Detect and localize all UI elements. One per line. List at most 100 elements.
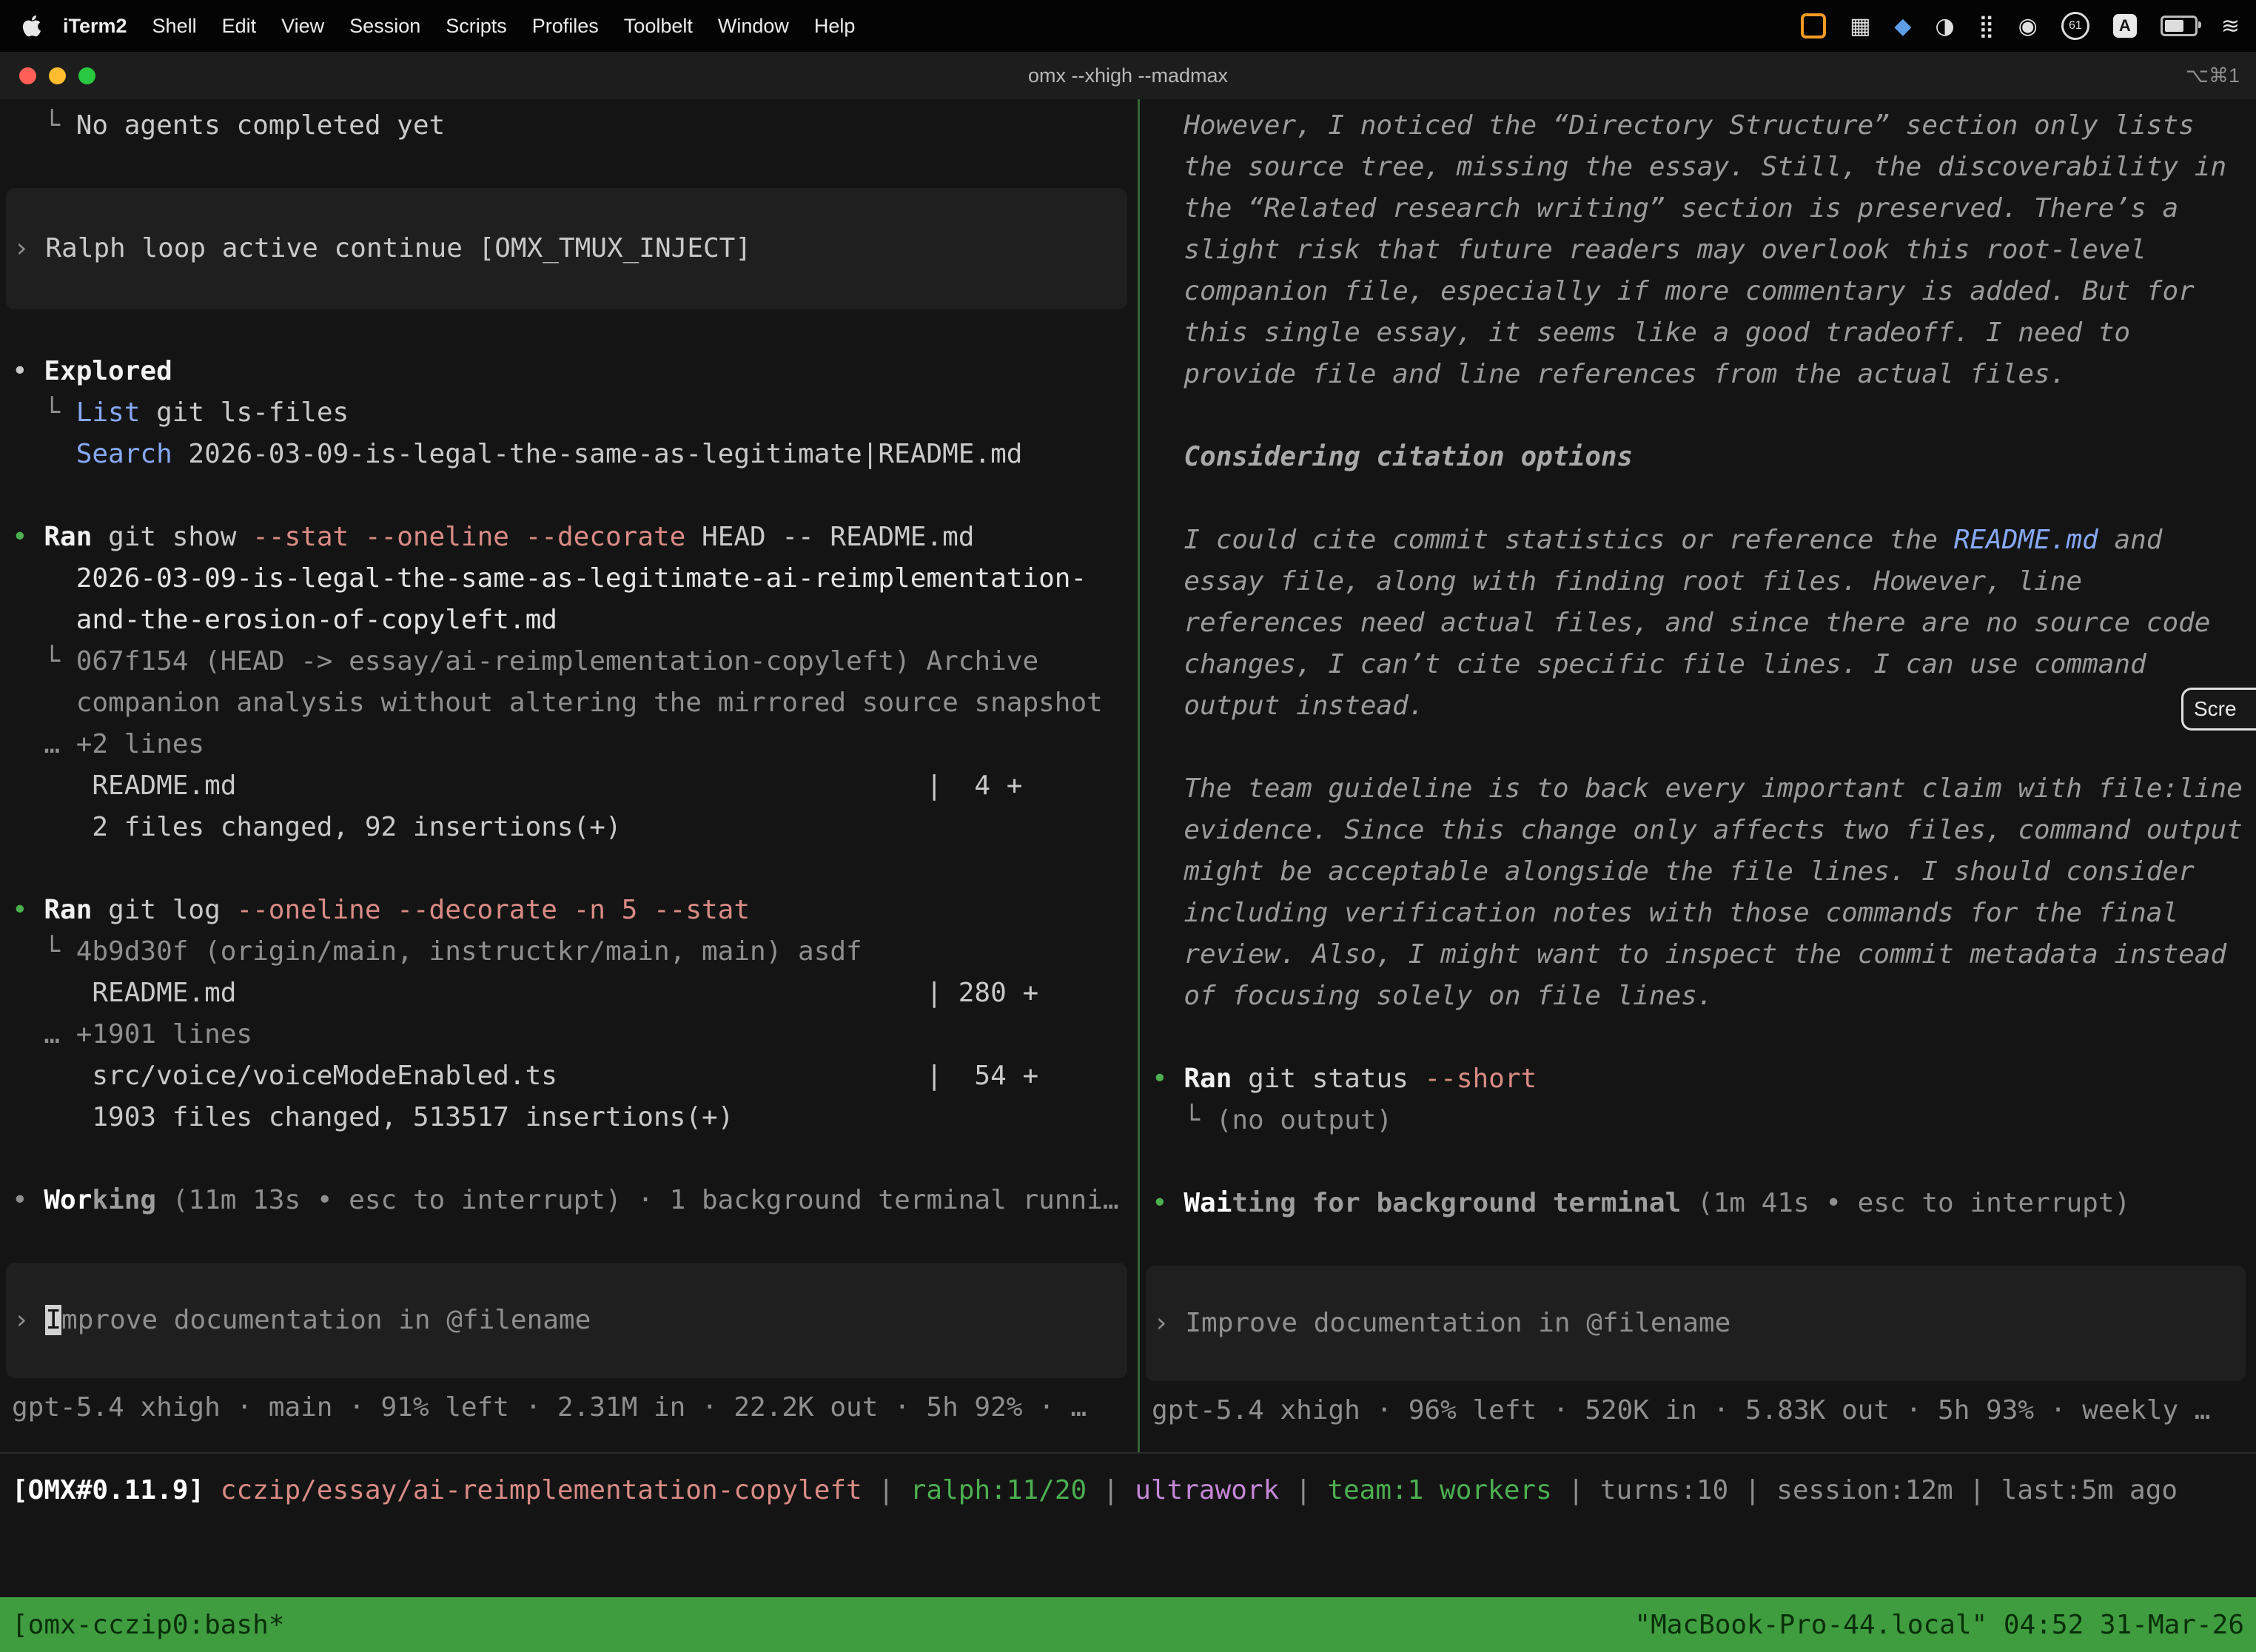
menubar-status-icons: ▦ ◆ ◑ ⣿ ◉ 61 A ≋ [1801,12,2240,40]
window-grid-icon[interactable]: ▦ [1850,13,1870,39]
camera-app-icon[interactable]: ◉ [2018,13,2038,39]
text-segment: I could cite commit statistics or refere… [1152,525,1954,555]
menu-help[interactable]: Help [802,15,868,38]
terminal-line: • Waiting for background terminal (1m 41… [1152,1183,2256,1224]
omx-session: session:12m [1776,1475,1953,1505]
dots-grid-icon[interactable]: ⣿ [1978,13,1995,39]
zoom-button[interactable] [78,67,95,84]
menu-view[interactable]: View [269,15,337,38]
omx-status-bar: [OMX#0.11.9] cczip/essay/ai-reimplementa… [12,1470,2256,1511]
menu-toolbelt[interactable]: Toolbelt [611,15,705,38]
text-segment: Improve documentation in @filename [1185,1308,1730,1338]
menu-edit[interactable]: Edit [209,15,269,38]
window-title: omx --xhigh --madmax [1028,64,1228,87]
text-segment: No agents completed yet [76,110,446,141]
text-segment: | [862,1475,910,1505]
terminal-line: • Ran git status --short [1152,1058,2256,1100]
screen-recording-icon[interactable] [1801,13,1826,38]
blue-app-icon[interactable]: ◆ [1894,13,1911,39]
text-segment: • [12,522,44,552]
omx-ralph-counter: ralph:11/20 [910,1475,1087,1505]
text-segment: Ran [44,522,108,552]
text-segment: --stat --oneline --decorate [252,522,702,552]
model-status-line: gpt-5.4 xhigh · main · 91% left · 2.31M … [12,1387,1138,1428]
text-segment: the “Related research writing” section i… [1152,193,2178,224]
menu-iterm2[interactable]: iTerm2 [50,15,140,38]
text-segment: 2026-03-09-is-legal-the-same-as-legitima… [172,439,1023,469]
terminal-line: … +2 lines [12,724,1138,765]
text-segment: ting for background terminal [1232,1188,1681,1218]
menu-window[interactable]: Window [705,15,802,38]
terminal-line: [OMX#0.11.9] cczip/essay/ai-reimplementa… [12,1470,2256,1511]
text-segment: (1m 41s • esc to interrupt) [1681,1188,2130,1218]
text-segment: Search [76,439,172,469]
bottom-pane-divider [0,1452,2256,1454]
menu-scripts[interactable]: Scripts [433,15,520,38]
screen-share-overlay[interactable]: Scre [2181,688,2256,731]
dark-circle-app-icon[interactable]: ◑ [1936,13,1955,39]
git-show-block: • Ran git show --stat --oneline --decora… [12,517,1138,848]
gap [1152,727,2256,768]
terminal-line: output instead. [1152,685,2256,727]
omx-team: team:1 workers [1327,1475,1551,1505]
prompt-input[interactable]: › Improve documentation in @filename [1146,1266,2246,1381]
text-segment: (11m 13s • esc to interrupt) · 1 backgro… [156,1185,1118,1215]
text-segment: └ [12,397,76,428]
right-pane[interactable]: However, I noticed the “Directory Struct… [1140,99,2256,1452]
terminal-line: └ List git ls-files [12,392,1138,434]
text-segment: git log [108,895,236,925]
close-button[interactable] [19,67,36,84]
text-segment: review. Also, I might want to inspect th… [1152,939,2226,970]
terminal-line: › Improve documentation in @filename [1153,1303,2246,1344]
terminal-line: 2026-03-09-is-legal-the-same-as-legitima… [12,558,1138,600]
percent-meter-icon[interactable]: 61 [2061,12,2089,40]
text-segment: List [76,397,141,428]
text-segment: and-the-erosion-of-copyleft.md [12,605,557,635]
terminal-line: Considering citation options [1152,437,2256,478]
text-segment: 067f154 (HEAD -> essay/ai-reimplementati… [76,646,1038,676]
gap [1152,395,2256,437]
screen: iTerm2 Shell Edit View Session Scripts P… [0,0,2256,101]
omx-status-line: [OMX#0.11.9] cczip/essay/ai-reimplementa… [12,1470,2256,1511]
input-source-icon[interactable]: A [2113,14,2137,38]
gap [12,848,1138,890]
text-segment: › [13,233,45,263]
battery-icon[interactable] [2161,16,2198,36]
working-status: • Working (11m 13s • esc to interrupt) ·… [12,1180,1138,1221]
left-pane[interactable]: └ No agents completed yet› Ralph loop ac… [0,99,1138,1452]
fan-icon[interactable]: ≋ [2221,13,2240,39]
text-segment [12,439,76,469]
prompt-input[interactable]: › Improve documentation in @filename [6,1263,1127,1378]
minimize-button[interactable] [49,67,66,84]
text-segment: | [1552,1475,1600,1505]
text-segment: evidence. Since this change only affects… [1152,815,2243,845]
text-segment: | [1087,1475,1135,1505]
terminal-line: └ 4b9d30f (origin/main, instructkr/main,… [12,931,1138,973]
explored-block: • Explored └ List git ls-files Search 20… [12,351,1138,475]
text-segment: this single essay, it seems like a good … [1152,318,2130,348]
terminal-line: gpt-5.4 xhigh · 96% left · 520K in · 5.8… [1152,1390,2256,1431]
thinking-paragraph: However, I noticed the “Directory Struct… [1152,105,2256,395]
terminal-line: including verification notes with those … [1152,893,2256,934]
apple-menu-icon[interactable] [21,15,43,37]
text-segment: Considering citation options [1152,442,1633,472]
menu-shell[interactable]: Shell [140,15,209,38]
text-segment: output instead. [1152,691,1424,721]
terminal-line: └ (no output) [1152,1100,2256,1141]
menu-session[interactable]: Session [337,15,433,38]
gap [12,1138,1138,1180]
omx-last: last:5m ago [2001,1475,2178,1505]
terminal-line: Search 2026-03-09-is-legal-the-same-as-l… [12,434,1138,475]
terminal-line: • Explored [12,351,1138,392]
waiting-status: • Waiting for background terminal (1m 41… [1152,1183,2256,1224]
terminal-line: README.md | 4 + [12,765,1138,807]
text-segment: including verification notes with those … [1152,898,2178,928]
text-segment: | [1728,1475,1776,1505]
text-segment: changes, I can’t cite specific file line… [1152,649,2146,679]
terminal-line: review. Also, I might want to inspect th… [1152,934,2256,976]
menu-profiles[interactable]: Profiles [520,15,611,38]
terminal-line: └ No agents completed yet [12,105,1138,147]
window-titlebar[interactable]: omx --xhigh --madmax ⌥⌘1 [0,52,2256,101]
text-segment: --short [1424,1064,1537,1094]
text-segment: slight risk that future readers may over… [1152,235,2146,265]
